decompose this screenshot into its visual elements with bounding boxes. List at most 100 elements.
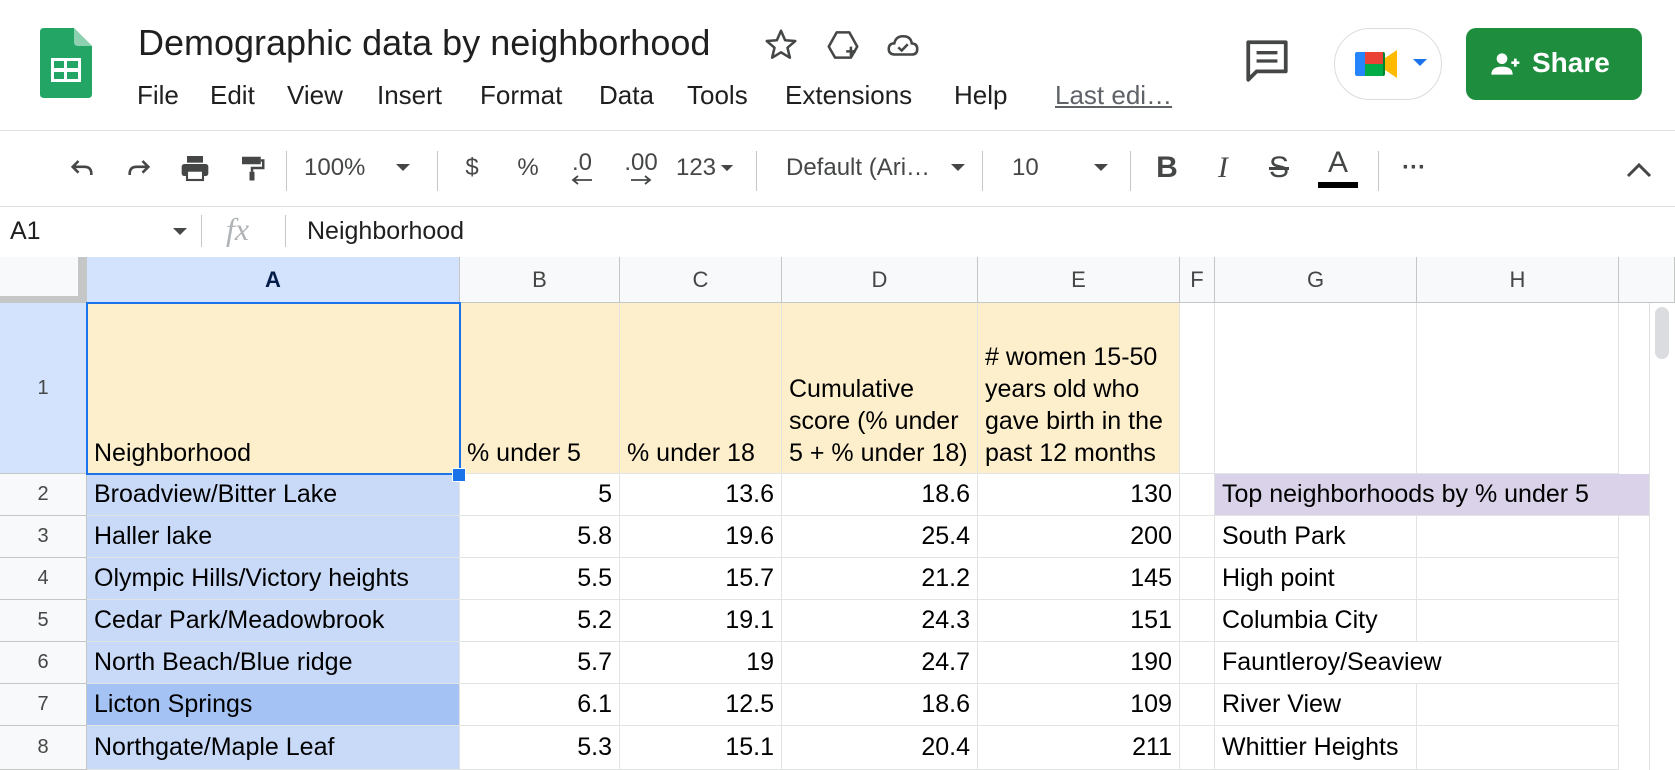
cell-h8[interactable] — [1417, 726, 1619, 770]
redo-button[interactable] — [117, 143, 161, 193]
cell-c3[interactable]: 19.6 — [620, 516, 782, 558]
move-to-drive-icon[interactable] — [824, 26, 862, 64]
menu-view[interactable]: View — [287, 80, 343, 111]
cell-f5[interactable] — [1180, 600, 1215, 642]
menu-tools[interactable]: Tools — [687, 80, 748, 111]
cell-b6[interactable]: 5.7 — [460, 642, 620, 684]
cell-f6[interactable] — [1180, 642, 1215, 684]
fill-handle[interactable] — [452, 468, 466, 482]
cell-e7[interactable]: 109 — [978, 684, 1180, 726]
cell-b5[interactable]: 5.2 — [460, 600, 620, 642]
column-header-e[interactable]: E — [978, 257, 1180, 303]
sheets-logo-icon[interactable] — [40, 28, 92, 98]
cell-f8[interactable] — [1180, 726, 1215, 770]
column-header-g[interactable]: G — [1215, 257, 1417, 303]
cell-b8[interactable]: 5.3 — [460, 726, 620, 770]
cell-g4[interactable]: High point — [1215, 558, 1417, 600]
row-header-6[interactable]: 6 — [0, 642, 87, 684]
bold-button[interactable]: B — [1148, 143, 1186, 193]
cell-g5[interactable]: Columbia City — [1215, 600, 1417, 642]
share-button[interactable]: Share — [1466, 28, 1642, 100]
collapse-toolbar-icon[interactable] — [1625, 161, 1653, 179]
row-header-1[interactable]: 1 — [0, 303, 87, 474]
cell-g1[interactable] — [1215, 303, 1417, 474]
cell-f2[interactable] — [1180, 474, 1215, 516]
document-title[interactable]: Demographic data by neighborhood — [138, 22, 710, 64]
cell-d2[interactable]: 18.6 — [782, 474, 978, 516]
column-header-c[interactable]: C — [620, 257, 782, 303]
cell-a2[interactable]: Broadview/Bitter Lake — [87, 474, 460, 516]
row-header-3[interactable]: 3 — [0, 516, 87, 558]
cell-a8[interactable]: Northgate/Maple Leaf — [87, 726, 460, 770]
cell-c1[interactable]: % under 18 — [620, 303, 782, 474]
scrollbar-thumb[interactable] — [1655, 307, 1669, 359]
column-header-f[interactable]: F — [1180, 257, 1215, 303]
cell-b4[interactable]: 5.5 — [460, 558, 620, 600]
name-box[interactable]: A1 — [0, 207, 196, 255]
cell-e3[interactable]: 200 — [978, 516, 1180, 558]
cell-c6[interactable]: 19 — [620, 642, 782, 684]
decrease-decimal-button[interactable]: .0 — [560, 143, 604, 193]
cell-f4[interactable] — [1180, 558, 1215, 600]
cell-d7[interactable]: 18.6 — [782, 684, 978, 726]
font-family-select[interactable]: Default (Ari… — [786, 143, 966, 193]
row-header-8[interactable]: 8 — [0, 726, 87, 770]
row-header-5[interactable]: 5 — [0, 600, 87, 642]
cell-c2[interactable]: 13.6 — [620, 474, 782, 516]
cloud-saved-icon[interactable] — [884, 26, 922, 64]
cell-b7[interactable]: 6.1 — [460, 684, 620, 726]
cell-c4[interactable]: 15.7 — [620, 558, 782, 600]
comments-icon[interactable] — [1242, 36, 1292, 86]
cell-h7[interactable] — [1417, 684, 1619, 726]
cell-g3[interactable]: South Park — [1215, 516, 1417, 558]
cell-g8[interactable]: Whittier Heights — [1215, 726, 1417, 770]
cell-a6[interactable]: North Beach/Blue ridge — [87, 642, 460, 684]
cell-e6[interactable]: 190 — [978, 642, 1180, 684]
cell-b2[interactable]: 5 — [460, 474, 620, 516]
menu-data[interactable]: Data — [599, 80, 654, 111]
cell-b1[interactable]: % under 5 — [460, 303, 620, 474]
meet-button[interactable] — [1334, 28, 1442, 100]
last-edit-link[interactable]: Last edi… — [1055, 80, 1172, 111]
cell-a7[interactable]: Licton Springs — [87, 684, 460, 726]
vertical-scrollbar[interactable] — [1649, 303, 1675, 770]
cell-a1[interactable]: Neighborhood — [87, 303, 460, 474]
more-formats-button[interactable]: 123 — [673, 143, 737, 193]
cell-f7[interactable] — [1180, 684, 1215, 726]
row-header-2[interactable]: 2 — [0, 474, 87, 516]
cell-d5[interactable]: 24.3 — [782, 600, 978, 642]
cell-c8[interactable]: 15.1 — [620, 726, 782, 770]
strikethrough-button[interactable]: S — [1260, 143, 1298, 193]
cell-a5[interactable]: Cedar Park/Meadowbrook — [87, 600, 460, 642]
cell-a4[interactable]: Olympic Hills/Victory heights — [87, 558, 460, 600]
cell-d4[interactable]: 21.2 — [782, 558, 978, 600]
undo-button[interactable] — [60, 143, 104, 193]
cell-e1[interactable]: # women 15-50 years old who gave birth i… — [978, 303, 1180, 474]
cell-d6[interactable]: 24.7 — [782, 642, 978, 684]
cell-f3[interactable] — [1180, 516, 1215, 558]
format-currency-button[interactable]: $ — [456, 143, 488, 193]
font-size-select[interactable]: 10 — [1012, 143, 1116, 193]
star-icon[interactable] — [762, 26, 800, 64]
row-header-4[interactable]: 4 — [0, 558, 87, 600]
select-all-corner[interactable] — [0, 257, 87, 303]
column-header-h[interactable]: H — [1417, 257, 1619, 303]
cell-f1[interactable] — [1180, 303, 1215, 474]
cell-g6[interactable]: Fauntleroy/Seaview — [1215, 642, 1619, 684]
cell-g7[interactable]: River View — [1215, 684, 1417, 726]
menu-insert[interactable]: Insert — [377, 80, 442, 111]
zoom-select[interactable]: 100% — [304, 143, 420, 193]
menu-format[interactable]: Format — [480, 80, 562, 111]
cell-a3[interactable]: Haller lake — [87, 516, 460, 558]
cell-d1[interactable]: Cumulative score (% under 5 + % under 18… — [782, 303, 978, 474]
cell-h1[interactable] — [1417, 303, 1619, 474]
formula-input[interactable]: Neighborhood — [307, 217, 464, 246]
cell-e8[interactable]: 211 — [978, 726, 1180, 770]
cell-h3[interactable] — [1417, 516, 1619, 558]
cell-c7[interactable]: 12.5 — [620, 684, 782, 726]
menu-edit[interactable]: Edit — [210, 80, 255, 111]
cell-c5[interactable]: 19.1 — [620, 600, 782, 642]
frozen-row-handle[interactable] — [0, 296, 87, 302]
italic-button[interactable]: I — [1204, 143, 1242, 193]
column-header-d[interactable]: D — [782, 257, 978, 303]
